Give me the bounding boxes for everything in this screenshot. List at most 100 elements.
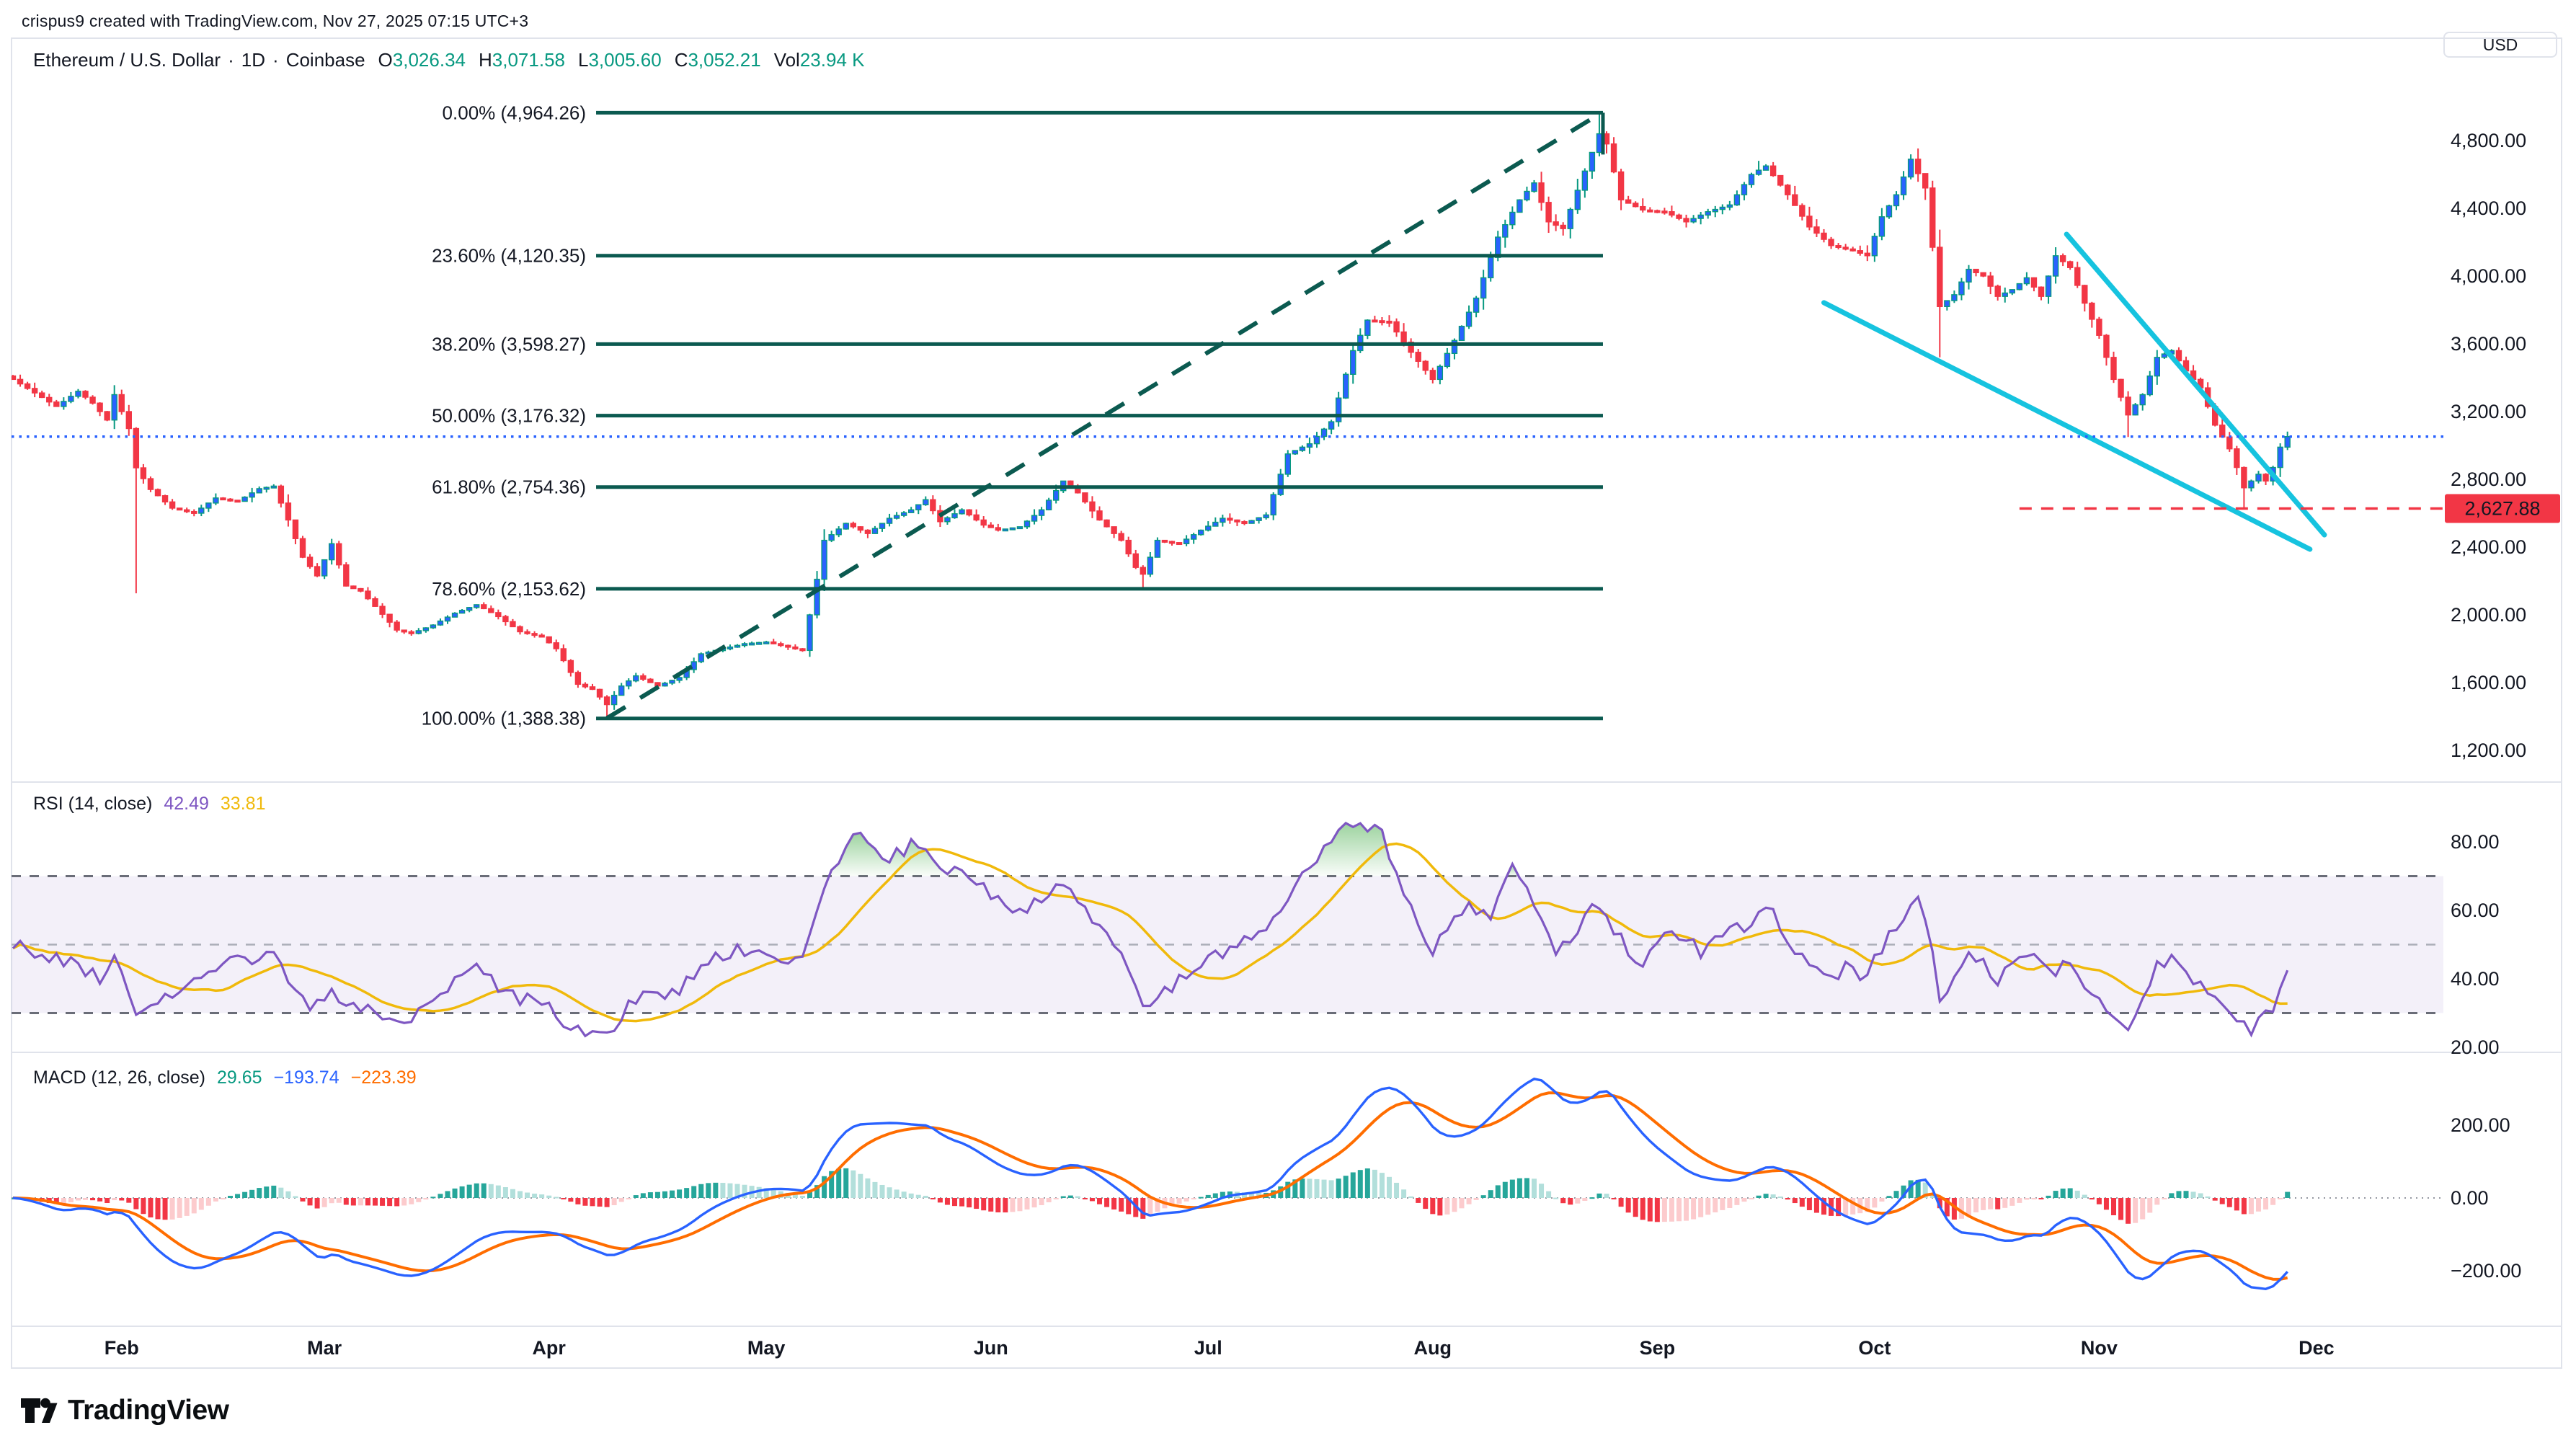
macd-histogram-bar — [575, 1198, 580, 1204]
candle — [257, 489, 262, 493]
candle — [2249, 481, 2254, 487]
candle — [931, 500, 936, 510]
month-label[interactable]: Oct — [1858, 1337, 1891, 1359]
macd-histogram-bar — [329, 1198, 334, 1203]
candle — [1909, 159, 1914, 177]
candle — [1365, 320, 1370, 335]
month-label[interactable]: Aug — [1414, 1337, 1452, 1359]
macd-histogram-bar — [76, 1198, 81, 1201]
candle — [967, 510, 972, 515]
macd-histogram-bar — [315, 1198, 320, 1209]
candle — [1372, 320, 1377, 322]
candle — [2089, 303, 2095, 319]
candle — [974, 515, 979, 520]
tradingview-logo[interactable]: TradingView — [19, 1391, 229, 1430]
macd-histogram-bar — [1720, 1198, 1725, 1210]
candle — [1444, 353, 1449, 366]
macd-histogram-bar — [380, 1198, 385, 1206]
macd-histogram-bar — [887, 1187, 892, 1198]
candle — [1460, 327, 1465, 341]
candle — [1626, 200, 1631, 203]
candle — [2009, 290, 2015, 293]
macd-histogram-bar — [228, 1196, 233, 1198]
month-label[interactable]: Dec — [2299, 1337, 2335, 1359]
macd-histogram-bar — [1104, 1198, 1109, 1207]
candle — [1003, 529, 1008, 531]
candle — [1705, 212, 1710, 216]
macd-histogram-bar — [605, 1198, 610, 1207]
macd-histogram-bar — [1648, 1198, 1653, 1222]
macd-histogram-bar — [1032, 1198, 1037, 1207]
high-label: H — [479, 49, 492, 71]
candle — [771, 642, 776, 644]
candle — [1945, 301, 1950, 306]
month-label[interactable]: Nov — [2081, 1337, 2118, 1359]
candle — [1322, 429, 1327, 436]
chart-canvas[interactable]: 0.00% (4,964.26)23.60% (4,120.35)38.20% … — [0, 0, 2576, 1456]
macd-title[interactable]: MACD (12, 26, close) — [33, 1067, 205, 1088]
candle — [1640, 207, 1645, 210]
symbol-header: Ethereum / U.S. Dollar · 1D · Coinbase O… — [33, 49, 864, 71]
macd-histogram-bar — [105, 1198, 110, 1203]
macd-histogram-bar — [858, 1174, 863, 1198]
candle — [25, 384, 30, 389]
separator-dot: · — [228, 49, 234, 71]
interval-label[interactable]: 1D — [241, 49, 265, 71]
month-label[interactable]: Jun — [974, 1337, 1008, 1359]
candle — [90, 397, 95, 403]
tradingview-logo-icon — [19, 1391, 58, 1430]
month-label[interactable]: Apr — [532, 1337, 566, 1359]
currency-toggle-button[interactable]: USD — [2443, 32, 2557, 58]
macd-histogram-bar — [1488, 1190, 1493, 1198]
rsi-title[interactable]: RSI (14, close) — [33, 794, 152, 814]
candle — [1329, 422, 1334, 429]
macd-histogram-bar — [1213, 1194, 1218, 1198]
candle — [1727, 205, 1732, 207]
candle — [793, 647, 798, 649]
macd-histogram-bar — [1039, 1198, 1044, 1205]
candle — [2133, 405, 2138, 415]
macd-histogram-bar — [1061, 1197, 1066, 1198]
macd-histogram-bar — [2176, 1191, 2181, 1198]
candle — [1292, 450, 1297, 454]
month-label[interactable]: Jul — [1194, 1337, 1222, 1359]
rsi-pane[interactable] — [12, 823, 2443, 1036]
macd-histogram-bar — [213, 1198, 218, 1202]
macd-histogram-bar — [1619, 1198, 1624, 1207]
macd-histogram-bar — [981, 1198, 986, 1210]
macd-pane[interactable] — [11, 1079, 2444, 1289]
candle — [1952, 295, 1957, 301]
candle — [2154, 358, 2159, 376]
month-label[interactable]: Feb — [105, 1337, 139, 1359]
candle — [2068, 262, 2073, 267]
macd-line[interactable] — [13, 1079, 2288, 1289]
candle — [525, 632, 530, 634]
candle — [1140, 567, 1145, 574]
macd-histogram-bar — [518, 1191, 523, 1198]
candle — [532, 634, 537, 636]
symbol-title[interactable]: Ethereum / U.S. Dollar — [33, 49, 221, 71]
rsi-pane-header: RSI (14, close) 42.49 33.81 — [33, 794, 265, 814]
month-label[interactable]: Mar — [307, 1337, 342, 1359]
macd-histogram-bar — [1568, 1198, 1573, 1204]
price-pane[interactable]: 0.00% (4,964.26)23.60% (4,120.35)38.20% … — [11, 102, 2444, 729]
month-label[interactable]: Sep — [1640, 1337, 1676, 1359]
macd-histogram-bar — [2111, 1198, 2116, 1215]
macd-signal-line[interactable] — [13, 1093, 2288, 1279]
wedge-trendline[interactable] — [1824, 303, 2310, 549]
month-label[interactable]: May — [747, 1337, 786, 1359]
candle — [1771, 166, 1776, 175]
candle — [727, 647, 732, 649]
price-tick-label: 3,600.00 — [2451, 333, 2526, 355]
candle — [2111, 358, 2116, 380]
macd-histogram-bar — [1778, 1197, 1783, 1198]
close-label: C — [675, 49, 688, 71]
fib-level-label: 100.00% (1,388.38) — [422, 708, 586, 729]
macd-histogram-bar — [1075, 1197, 1080, 1198]
fib-retracement[interactable]: 0.00% (4,964.26)23.60% (4,120.35)38.20% … — [422, 102, 1603, 729]
candle — [1923, 174, 1928, 188]
candle — [1981, 272, 1986, 276]
macd-histogram-bar — [1047, 1198, 1052, 1202]
macd-histogram-bar — [394, 1198, 399, 1206]
macd-histogram-bar — [278, 1188, 283, 1198]
